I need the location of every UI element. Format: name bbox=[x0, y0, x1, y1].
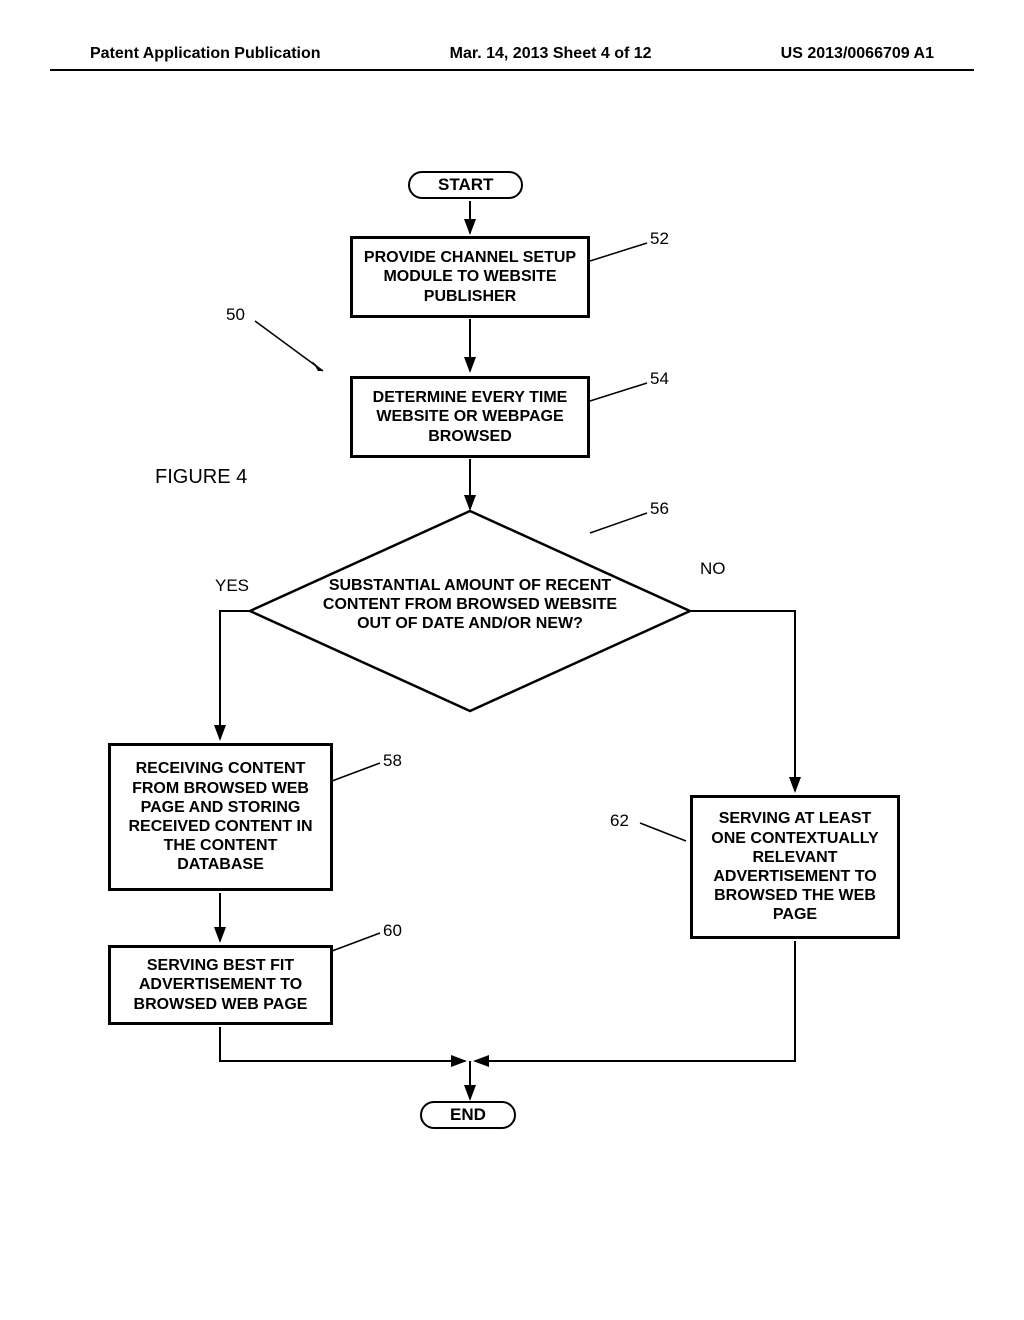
figure-caption: FIGURE 4 bbox=[155, 466, 247, 489]
process-62-text: SERVING AT LEAST ONE CONTEXTUALLY RELEVA… bbox=[701, 809, 889, 924]
terminator-end: END bbox=[420, 1101, 516, 1129]
ref-58: 58 bbox=[383, 751, 402, 771]
flowchart: START PROVIDE CHANNEL SETUP MODULE TO WE… bbox=[50, 71, 974, 1171]
process-52: PROVIDE CHANNEL SETUP MODULE TO WEBSITE … bbox=[350, 236, 590, 318]
decision-56-text: SUBSTANTIAL AMOUNT OF RECENT CONTENT FRO… bbox=[323, 577, 617, 632]
process-58-text: RECEIVING CONTENT FROM BROWSED WEB PAGE … bbox=[119, 759, 322, 874]
start-label: START bbox=[438, 175, 493, 195]
process-62: SERVING AT LEAST ONE CONTEXTUALLY RELEVA… bbox=[690, 795, 900, 939]
hdr-mid: Mar. 14, 2013 Sheet 4 of 12 bbox=[450, 45, 652, 63]
ref-54: 54 bbox=[650, 369, 669, 389]
process-54-text: DETERMINE EVERY TIME WEBSITE OR WEBPAGE … bbox=[361, 388, 579, 446]
decision-56: SUBSTANTIAL AMOUNT OF RECENT CONTENT FRO… bbox=[320, 576, 620, 634]
process-54: DETERMINE EVERY TIME WEBSITE OR WEBPAGE … bbox=[350, 376, 590, 458]
page-header: Patent Application Publication Mar. 14, … bbox=[50, 45, 974, 71]
ref-52: 52 bbox=[650, 229, 669, 249]
process-60-text: SERVING BEST FIT ADVERTISEMENT TO BROWSE… bbox=[119, 956, 322, 1014]
ref-50: 50 bbox=[226, 305, 245, 325]
branch-no: NO bbox=[700, 559, 726, 579]
terminator-start: START bbox=[408, 171, 523, 199]
process-58: RECEIVING CONTENT FROM BROWSED WEB PAGE … bbox=[108, 743, 333, 891]
ref-56: 56 bbox=[650, 499, 669, 519]
process-60: SERVING BEST FIT ADVERTISEMENT TO BROWSE… bbox=[108, 945, 333, 1025]
branch-yes: YES bbox=[215, 576, 249, 596]
process-52-text: PROVIDE CHANNEL SETUP MODULE TO WEBSITE … bbox=[361, 248, 579, 306]
ref-60: 60 bbox=[383, 921, 402, 941]
end-label: END bbox=[450, 1105, 486, 1125]
ref-62: 62 bbox=[610, 811, 629, 831]
hdr-right: US 2013/0066709 A1 bbox=[781, 45, 934, 63]
hdr-left: Patent Application Publication bbox=[90, 45, 321, 63]
